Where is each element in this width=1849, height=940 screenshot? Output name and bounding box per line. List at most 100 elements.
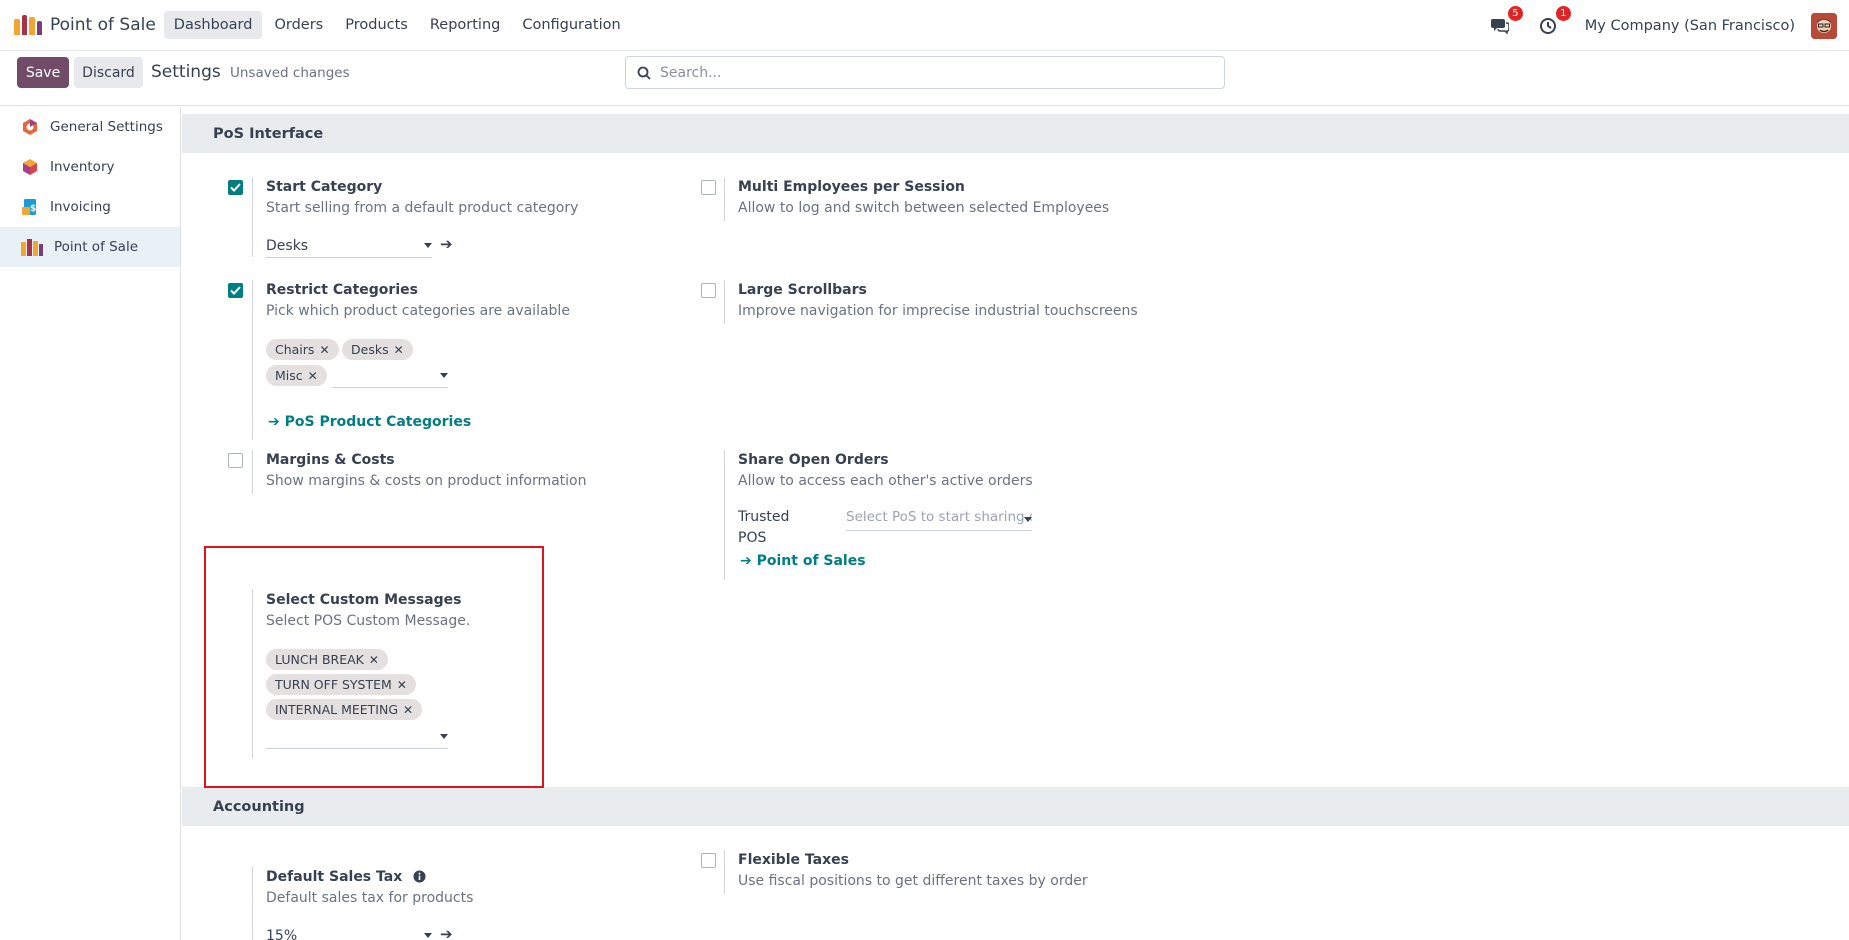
menu-products[interactable]: Products <box>335 11 418 39</box>
messages-button[interactable]: 5 <box>1489 5 1523 37</box>
app-title: Point of Sale <box>50 15 156 35</box>
search-input[interactable] <box>660 64 1200 81</box>
activities-count-badge: 1 <box>1555 5 1571 21</box>
large-scrollbars-title: Large Scrollbars <box>738 282 867 298</box>
custom-messages-input[interactable] <box>266 725 448 749</box>
restrict-categories-checkbox[interactable] <box>228 283 243 298</box>
tag-label: TURN OFF SYSTEM <box>275 677 392 692</box>
restrict-categories-title: Restrict Categories <box>266 282 418 298</box>
setting-divider <box>252 177 253 257</box>
search-bar[interactable] <box>625 56 1225 89</box>
pos-product-categories-link[interactable]: ➔ PoS Product Categories <box>268 414 471 430</box>
messages-count-badge: 5 <box>1507 5 1523 21</box>
arrow-right-icon: ➔ <box>268 414 285 430</box>
chevron-down-icon <box>424 243 432 248</box>
setting-divider <box>252 280 253 440</box>
remove-tag-icon[interactable]: ✕ <box>394 343 404 357</box>
start-category-desc: Start selling from a default product cat… <box>266 200 579 216</box>
default-sales-tax-select[interactable]: 15% <box>266 924 432 940</box>
category-tag: Chairs ✕ <box>266 339 339 360</box>
link-label: Point of Sales <box>756 553 866 569</box>
custom-message-tag: LUNCH BREAK ✕ <box>266 649 388 670</box>
sidebar-item-inventory[interactable]: Inventory <box>0 147 180 187</box>
navbar-systray: 5 1 My Company (San Francisco) <box>1489 0 1837 51</box>
margins-costs-desc: Show margins & costs on product informat… <box>266 473 587 489</box>
remove-tag-icon[interactable]: ✕ <box>319 343 329 357</box>
remove-tag-icon[interactable]: ✕ <box>369 653 379 667</box>
setting-divider <box>252 450 253 494</box>
invoicing-icon: $ <box>20 197 40 217</box>
trusted-pos-select[interactable]: Select PoS to start sharing orders <box>846 509 1032 531</box>
flexible-taxes-title: Flexible Taxes <box>738 852 849 868</box>
user-face-icon <box>1811 12 1837 39</box>
multi-employees-checkbox[interactable] <box>701 180 716 195</box>
discard-button[interactable]: Discard <box>74 57 143 88</box>
setting-divider <box>252 589 253 759</box>
sidebar-item-label: Inventory <box>50 159 115 175</box>
point-of-sales-link[interactable]: ➔ Point of Sales <box>740 553 866 569</box>
share-open-orders-title: Share Open Orders <box>738 452 889 468</box>
sidebar-item-point-of-sale[interactable]: Point of Sale <box>0 227 180 267</box>
category-tag: Misc ✕ <box>266 365 327 386</box>
check-icon <box>230 183 241 192</box>
sidebar-item-general-settings[interactable]: General Settings <box>0 107 180 147</box>
sidebar-item-label: Invoicing <box>50 199 111 215</box>
menu-orders[interactable]: Orders <box>264 11 333 39</box>
menu-reporting[interactable]: Reporting <box>420 11 511 39</box>
search-icon <box>637 66 651 80</box>
tag-label: INTERNAL MEETING <box>275 702 399 717</box>
setting-divider <box>724 850 725 894</box>
general-settings-icon <box>20 117 40 137</box>
main-menu: Dashboard Orders Products Reporting Conf… <box>163 0 633 50</box>
trusted-pos-placeholder: Select PoS to start sharing orders <box>846 509 1032 525</box>
setting-divider <box>724 177 725 221</box>
large-scrollbars-checkbox[interactable] <box>701 283 716 298</box>
start-category-title: Start Category <box>266 179 383 195</box>
start-category-open-arrow-icon[interactable]: ➔ <box>440 235 453 253</box>
settings-content: PoS Interface Start Category Start selli… <box>182 107 1849 940</box>
info-icon[interactable] <box>413 870 426 887</box>
remove-tag-icon[interactable]: ✕ <box>403 703 413 717</box>
check-icon <box>230 286 241 295</box>
remove-tag-icon[interactable]: ✕ <box>308 369 318 383</box>
control-panel: Save Discard Settings Unsaved changes <box>0 51 1849 106</box>
restrict-categories-input[interactable] <box>332 364 448 388</box>
inventory-icon <box>20 157 40 177</box>
setting-divider <box>252 867 253 940</box>
default-sales-tax-label: Default Sales Tax <box>266 869 403 885</box>
app-brand[interactable]: Point of Sale <box>14 7 156 43</box>
setting-divider <box>724 280 725 324</box>
chat-icon <box>1490 18 1509 34</box>
trusted-pos-label-line1: Trusted <box>738 509 790 525</box>
margins-costs-checkbox[interactable] <box>228 453 243 468</box>
point-of-sale-logo-icon <box>14 15 42 35</box>
tag-label: Misc <box>275 368 303 383</box>
save-button[interactable]: Save <box>17 57 69 88</box>
activities-button[interactable]: 1 <box>1537 5 1571 37</box>
remove-tag-icon[interactable]: ✕ <box>397 678 407 692</box>
point-of-sale-icon <box>20 237 44 257</box>
section-header-pos-interface: PoS Interface <box>182 114 1849 153</box>
start-category-select[interactable]: Desks <box>266 234 432 258</box>
category-tag: Desks ✕ <box>342 339 413 360</box>
sidebar-item-label: Point of Sale <box>54 239 139 255</box>
page-title: Settings <box>151 62 221 82</box>
chevron-down-icon <box>424 933 432 938</box>
menu-dashboard[interactable]: Dashboard <box>163 11 263 39</box>
top-navbar: Point of Sale Dashboard Orders Products … <box>0 0 1849 51</box>
start-category-checkbox[interactable] <box>228 180 243 195</box>
multi-employees-title: Multi Employees per Session <box>738 179 965 195</box>
default-sales-tax-open-arrow-icon[interactable]: ➔ <box>440 925 453 940</box>
menu-configuration[interactable]: Configuration <box>512 11 630 39</box>
sidebar-item-invoicing[interactable]: $ Invoicing <box>0 187 180 227</box>
section-header-accounting: Accounting <box>182 787 1849 826</box>
user-avatar[interactable] <box>1811 12 1837 39</box>
company-switcher[interactable]: My Company (San Francisco) <box>1585 18 1795 34</box>
flexible-taxes-checkbox[interactable] <box>701 853 716 868</box>
settings-sidebar: General Settings Inventory $ Invoicing P… <box>0 107 181 940</box>
svg-text:$: $ <box>30 204 36 214</box>
setting-divider <box>724 450 725 580</box>
default-sales-tax-value: 15% <box>266 927 298 940</box>
start-category-value: Desks <box>266 237 309 254</box>
sidebar-item-label: General Settings <box>50 119 163 135</box>
